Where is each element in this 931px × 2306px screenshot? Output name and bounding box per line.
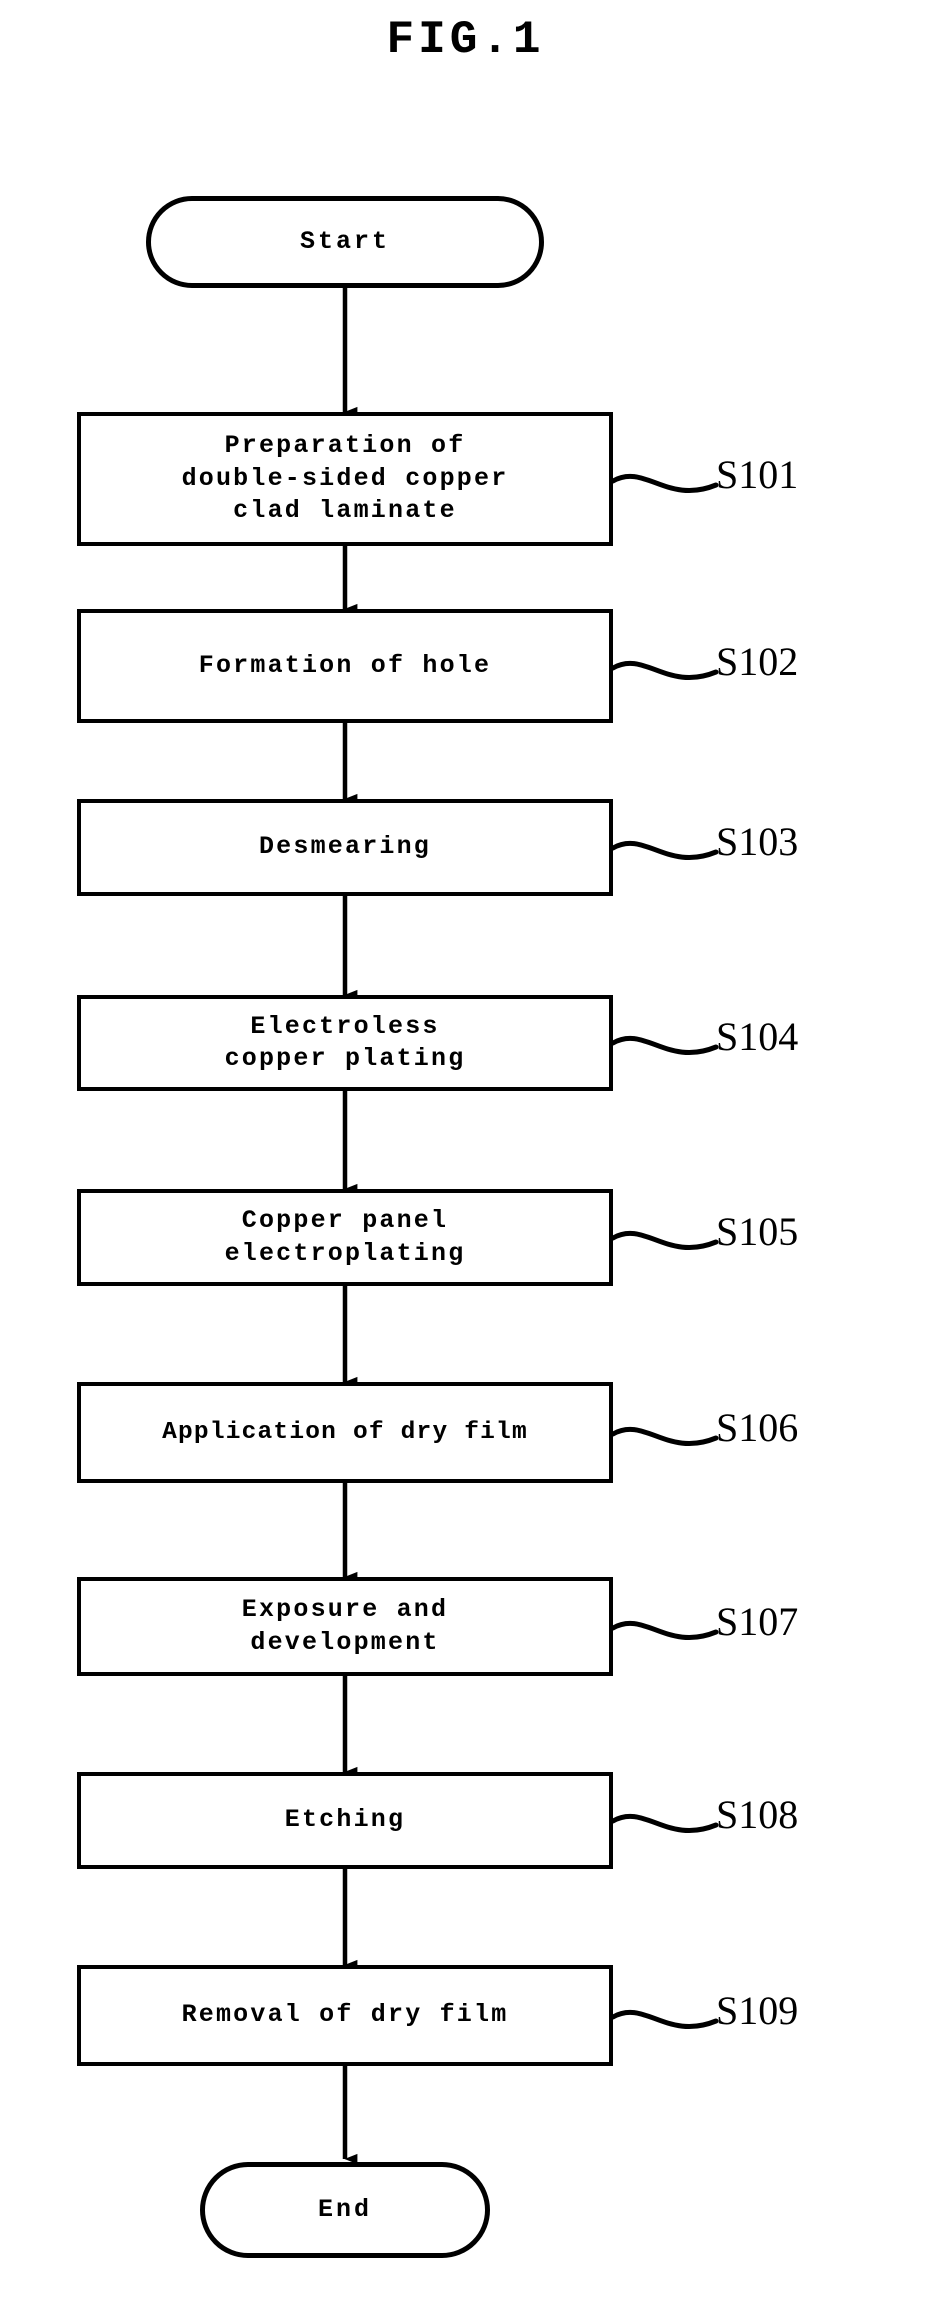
process-box-s109[interactable]: Removal of dry film [77, 1965, 613, 2066]
leader-s108 [610, 1813, 719, 1833]
end-terminal-label: End [317, 2195, 372, 2225]
leader-s109 [610, 2009, 719, 2029]
process-box-s101-label: Preparation of double-sided copper clad … [181, 431, 509, 526]
step-ref-s103: S103 [716, 819, 799, 864]
process-box-s104-label: Electroless copper plating [224, 1011, 466, 1074]
process-box-s107[interactable]: Exposure and development [77, 1577, 613, 1676]
leader-s107 [610, 1620, 719, 1640]
process-box-s109-label: Removal of dry film [181, 2000, 509, 2030]
process-box-s105-label: Copper panel electroplating [224, 1206, 466, 1268]
process-box-s104[interactable]: Electroless copper plating [77, 995, 613, 1091]
step-ref-s101: S101 [716, 452, 799, 497]
step-leader-lines [610, 473, 719, 2029]
leader-s105 [610, 1230, 719, 1250]
step-ref-s108: S108 [716, 1792, 799, 1837]
leader-s103 [610, 840, 719, 860]
process-box-s106-label: Application of dry film [162, 1418, 528, 1446]
end-terminal[interactable]: End [200, 2162, 490, 2258]
step-ref-s107: S107 [716, 1599, 799, 1644]
step-ref-s109: S109 [716, 1988, 799, 2033]
start-terminal[interactable]: Start [146, 196, 544, 288]
step-ref-s106: S106 [716, 1405, 799, 1450]
leader-s101 [610, 473, 719, 493]
step-ref-s102: S102 [716, 639, 799, 684]
process-box-s105[interactable]: Copper panel electroplating [77, 1189, 613, 1286]
start-terminal-label: Start [299, 227, 390, 257]
process-box-s108[interactable]: Etching [77, 1772, 613, 1869]
process-box-s107-label: Exposure and development [241, 1595, 449, 1657]
figure-title: FIG.1 [386, 14, 545, 66]
step-ref-s104: S104 [716, 1014, 799, 1059]
figure-canvas: FIG.1 Start Preparation of double-sided … [0, 0, 931, 2306]
process-box-s102[interactable]: Formation of hole [77, 609, 613, 723]
connector-layer [342, 288, 719, 2165]
leader-s104 [610, 1035, 719, 1055]
leader-s106 [610, 1426, 719, 1446]
process-box-s103-label: Desmearing [258, 832, 432, 862]
process-box-s108-label: Etching [284, 1805, 406, 1835]
leader-s102 [610, 660, 719, 680]
step-ref-s105: S105 [716, 1209, 799, 1254]
process-box-s101[interactable]: Preparation of double-sided copper clad … [77, 412, 613, 546]
process-box-s106[interactable]: Application of dry film [77, 1382, 613, 1483]
process-box-s103[interactable]: Desmearing [77, 799, 613, 896]
process-box-s102-label: Formation of hole [198, 650, 492, 680]
